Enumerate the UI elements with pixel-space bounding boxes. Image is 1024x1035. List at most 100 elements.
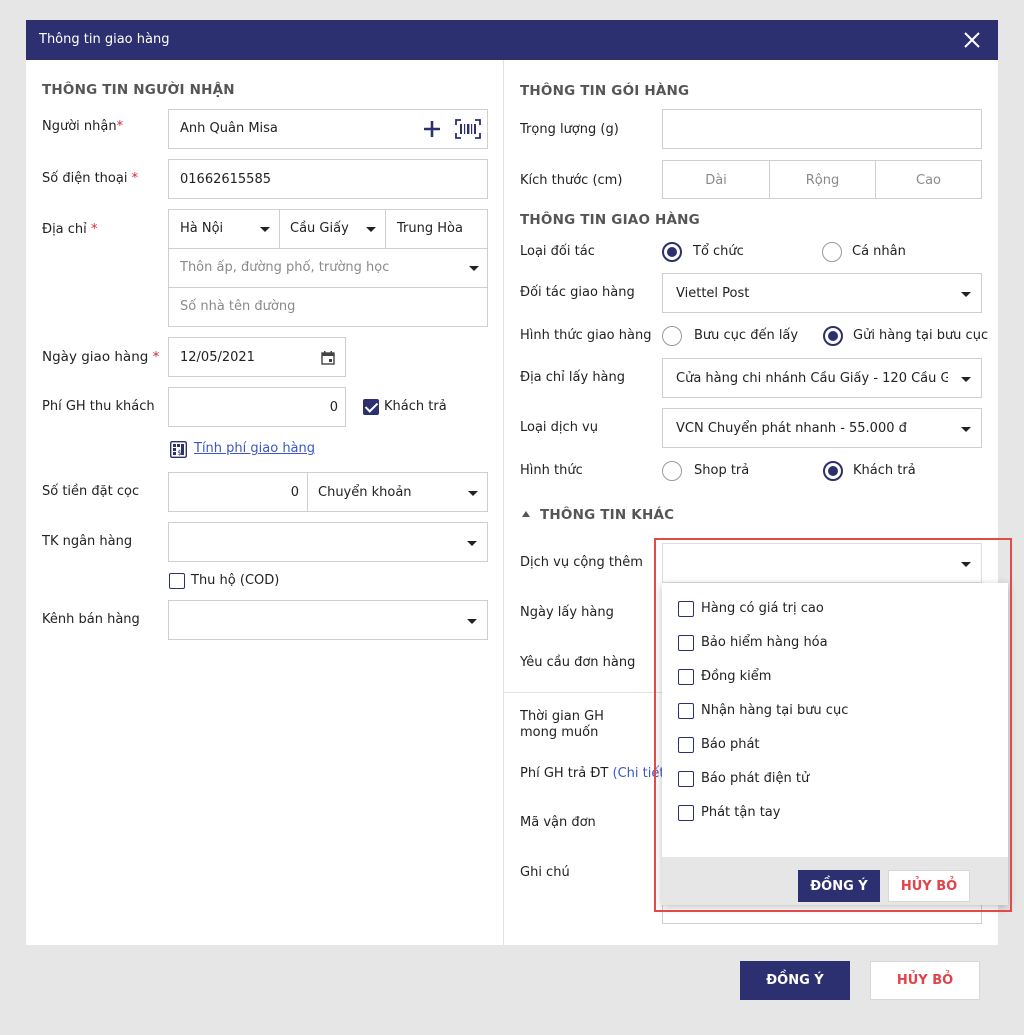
calendar-icon[interactable] — [321, 351, 335, 365]
height-input[interactable]: Cao — [876, 161, 981, 198]
delivery-date-field[interactable]: 12/05/2021 — [168, 337, 346, 377]
option-label: Bảo hiểm hàng hóa — [701, 635, 828, 650]
height-placeholder: Cao — [916, 173, 941, 188]
extra-services-dropdown: Hàng có giá trị cao Bảo hiểm hàng hóa Đồ… — [662, 583, 1008, 905]
payer-customer-radio[interactable] — [823, 461, 843, 481]
return-fee-detail-link[interactable]: (Chi tiết — [613, 766, 665, 781]
ok-button[interactable]: ĐỒNG Ý — [740, 961, 850, 1000]
deposit-amount-input[interactable]: 0 — [169, 473, 307, 511]
chevron-down-icon — [467, 619, 477, 624]
shipping-section-title: THÔNG TIN GIAO HÀNG — [520, 212, 700, 228]
chevron-down-icon — [469, 266, 479, 271]
district-select[interactable]: Cầu Giấy — [280, 210, 385, 248]
partner-select[interactable]: Viettel Post — [662, 273, 982, 313]
fee-input[interactable]: 0 — [168, 387, 346, 427]
partner-type-person-label: Cá nhân — [852, 244, 906, 259]
house-number-input[interactable]: Số nhà tên đường — [169, 288, 487, 327]
collapse-triangle-icon[interactable] — [522, 510, 530, 518]
calc-fee-link[interactable]: Tính phí giao hàng — [194, 441, 315, 456]
extra-services-select[interactable] — [662, 543, 982, 583]
payer-label: Hình thức — [520, 463, 583, 478]
deposit-label: Số tiền đặt cọc — [42, 484, 140, 499]
weight-input[interactable] — [662, 109, 982, 149]
dialog-title: Thông tin giao hàng — [39, 32, 170, 47]
partner-value: Viettel Post — [676, 286, 750, 301]
delivery-date-value: 12/05/2021 — [180, 350, 255, 365]
option-label: Nhận hàng tại bưu cục — [701, 703, 849, 718]
dialog-titlebar: Thông tin giao hàng — [26, 20, 998, 60]
service-label: Loại dịch vụ — [520, 420, 598, 435]
option-checkbox[interactable] — [678, 635, 694, 651]
fee-calculator-icon[interactable]: $ — [170, 441, 187, 458]
svg-text:$: $ — [177, 449, 181, 457]
province-select[interactable]: Hà Nội — [169, 210, 279, 248]
close-icon[interactable] — [960, 28, 984, 52]
pickup-address-select[interactable]: Cửa hàng chi nhánh Cầu Giấy - 120 Cầu Gi… — [662, 358, 982, 398]
sales-channel-select[interactable] — [168, 600, 488, 640]
street-select[interactable]: Thôn ấp, đường phố, trường học — [169, 249, 487, 287]
order-request-label: Yêu cầu đơn hàng — [520, 655, 636, 670]
option-checkbox[interactable] — [678, 669, 694, 685]
deposit-group: 0 Chuyển khoản — [168, 472, 488, 512]
dropdown-cancel-button[interactable]: HỦY BỎ — [888, 870, 970, 902]
size-group: Dài Rộng Cao — [662, 160, 982, 199]
dialog-footer: ĐỒNG Ý HỦY BỎ — [26, 945, 998, 1015]
other-section-title: THÔNG TIN KHÁC — [540, 507, 675, 523]
add-icon[interactable] — [423, 120, 441, 138]
pickup-date-label: Ngày lấy hàng — [520, 605, 614, 620]
package-section-title: THÔNG TIN GÓI HÀNG — [520, 83, 690, 99]
pickup-address-label: Địa chỉ lấy hàng — [520, 370, 626, 385]
phone-value: 01662615585 — [180, 172, 271, 187]
cancel-button[interactable]: HỦY BỎ — [870, 961, 980, 1000]
payer-customer-label: Khách trả — [853, 463, 916, 478]
partner-type-org-radio[interactable] — [662, 242, 682, 262]
cod-checkbox[interactable] — [169, 573, 185, 589]
district-value: Cầu Giấy — [290, 221, 349, 236]
length-input[interactable]: Dài — [663, 161, 769, 198]
width-placeholder: Rộng — [805, 173, 840, 188]
delivery-date-label: Ngày giao hàng * — [42, 349, 160, 365]
option-checkbox[interactable] — [678, 703, 694, 719]
shipping-info-dialog: Thông tin giao hàng THÔNG TIN NGƯỜI NHẬN… — [26, 20, 1012, 1015]
fee-value: 0 — [329, 400, 338, 415]
pane-divider — [503, 60, 504, 945]
option-checkbox[interactable] — [678, 737, 694, 753]
method-pickup-radio[interactable] — [662, 326, 682, 346]
customer-pays-label: Khách trả — [384, 399, 447, 414]
dropdown-ok-button[interactable]: ĐỒNG Ý — [798, 870, 880, 902]
width-input[interactable]: Rộng — [770, 161, 875, 198]
recipient-name-label: Người nhận* — [42, 119, 124, 134]
bank-account-select[interactable] — [168, 522, 488, 562]
phone-field[interactable]: 01662615585 — [168, 159, 488, 199]
method-label: Hình thức giao hàng — [520, 328, 652, 343]
chevron-down-icon — [961, 427, 971, 432]
deposit-method-value: Chuyển khoản — [318, 485, 412, 500]
option-checkbox[interactable] — [678, 771, 694, 787]
extra-services-label: Dịch vụ cộng thêm — [520, 555, 643, 570]
partner-type-person-radio[interactable] — [822, 242, 842, 262]
payer-shop-radio[interactable] — [662, 461, 682, 481]
option-checkbox[interactable] — [678, 601, 694, 617]
deposit-value: 0 — [290, 485, 299, 500]
customer-pays-checkbox[interactable] — [363, 399, 379, 415]
barcode-scan-icon[interactable] — [455, 119, 481, 139]
service-select[interactable]: VCN Chuyển phát nhanh - 55.000 đ — [662, 408, 982, 448]
recipient-section-title: THÔNG TIN NGƯỜI NHẬN — [42, 82, 235, 98]
chevron-down-icon — [961, 377, 971, 382]
chevron-down-icon — [961, 292, 971, 297]
note-label: Ghi chú — [520, 865, 570, 880]
option-checkbox[interactable] — [678, 805, 694, 821]
method-dropoff-radio[interactable] — [823, 326, 843, 346]
chevron-down-icon — [468, 491, 478, 496]
chevron-down-icon — [961, 562, 971, 567]
chevron-down-icon — [467, 541, 477, 546]
recipient-name-value: Anh Quân Misa — [180, 121, 278, 136]
method-pickup-label: Bưu cục đến lấy — [694, 328, 799, 343]
ward-select[interactable]: Trung Hòa — [386, 210, 488, 248]
recipient-name-field[interactable]: Anh Quân Misa — [168, 109, 488, 149]
phone-label: Số điện thoại * — [42, 171, 139, 186]
option-label: Đồng kiểm — [701, 669, 772, 684]
ward-value: Trung Hòa — [397, 221, 463, 236]
partner-type-org-label: Tổ chức — [693, 244, 744, 259]
deposit-method-select[interactable]: Chuyển khoản — [308, 473, 488, 511]
